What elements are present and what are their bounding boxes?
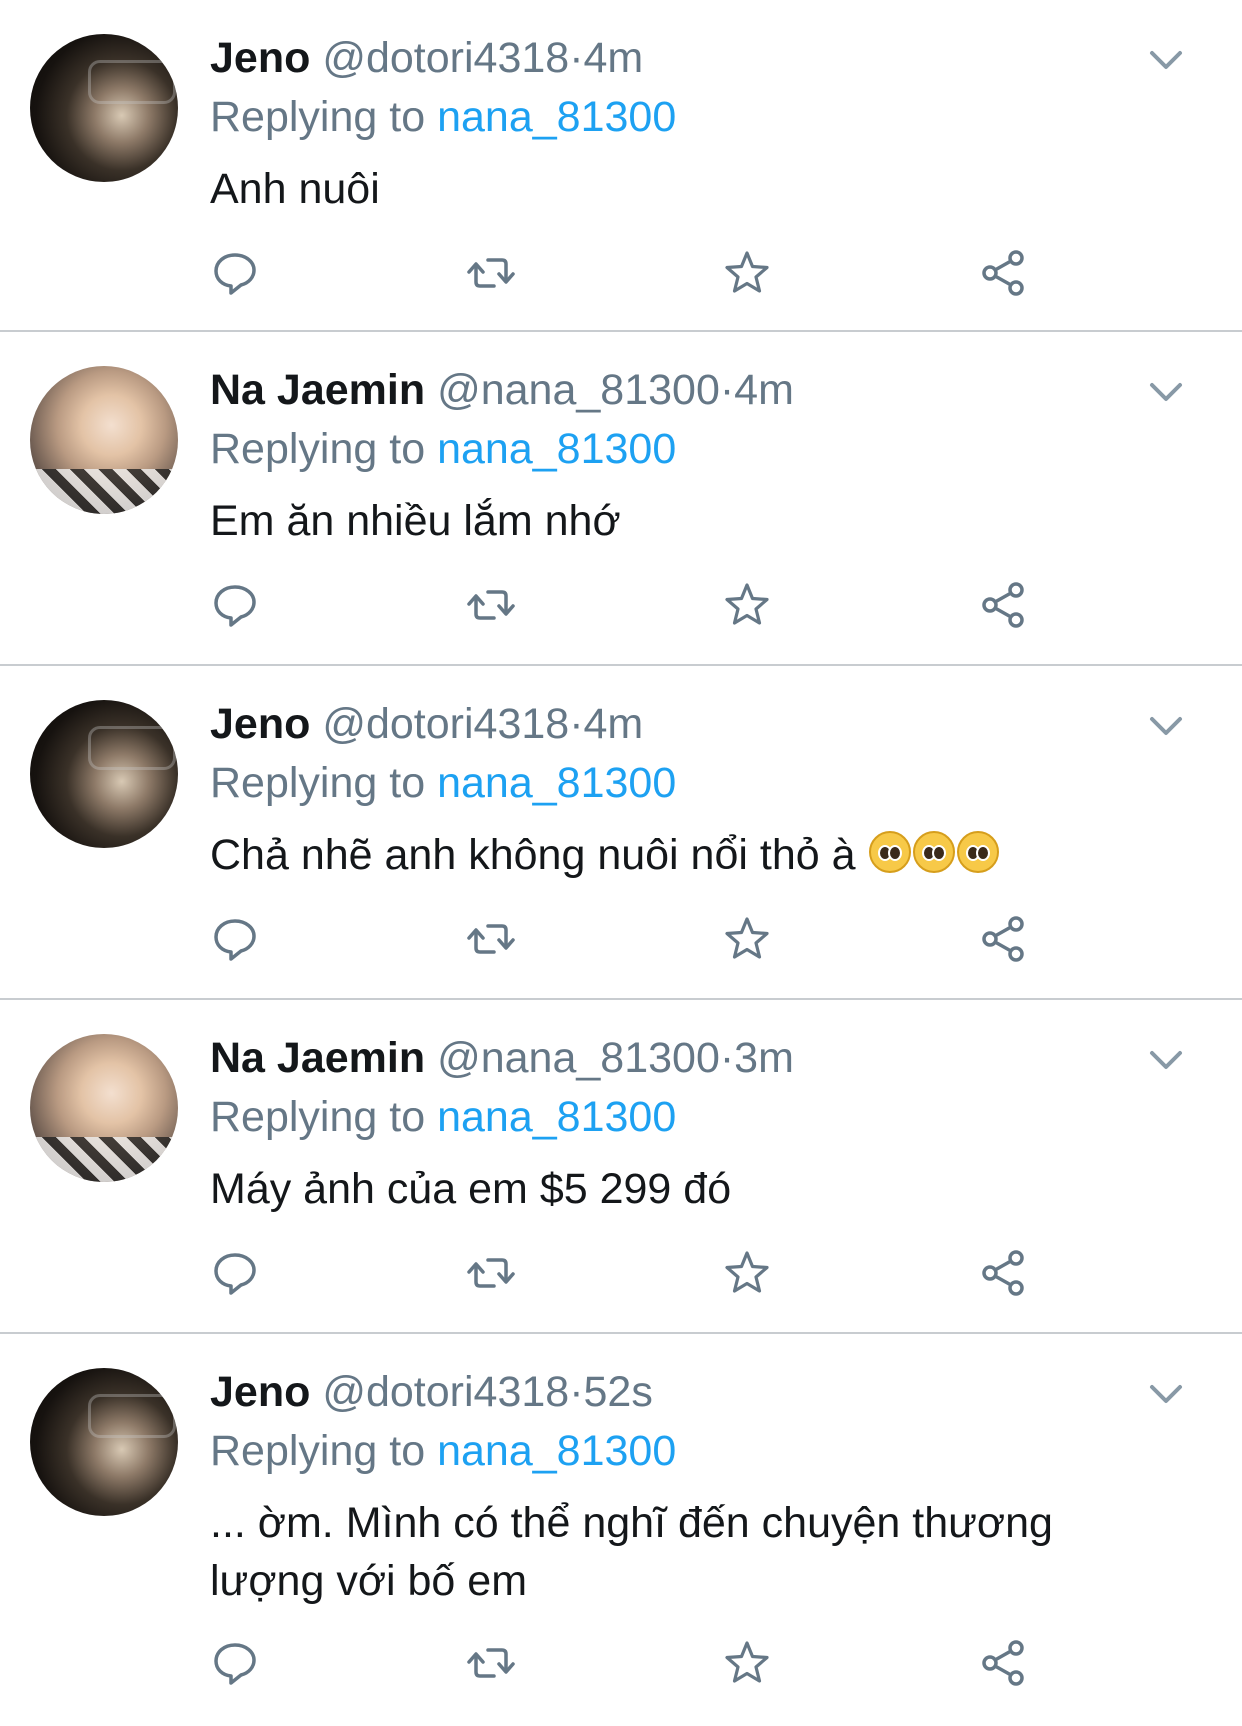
star-icon[interactable] [722,1248,772,1298]
replying-to-label: Replying to [210,1093,426,1141]
tweet-actions [210,580,1050,630]
tweet-header: Jeno @dotori4318·4m [210,696,1242,752]
star-icon[interactable] [722,248,772,298]
replying-to-link[interactable]: nana_81300 [437,425,676,473]
timestamp: ·4m [569,34,644,82]
reply-icon[interactable] [210,580,260,630]
tweet-header: Na Jaemin @nana_81300·4m [210,362,1242,418]
avatar[interactable] [30,366,178,514]
retweet-icon[interactable] [466,914,516,964]
tweet[interactable]: Jeno @dotori4318·52s Replying to nana_81… [0,1334,1242,1726]
replying-to: Replying to nana_81300 [210,86,1242,148]
share-icon[interactable] [978,1248,1028,1298]
tweet-text: Anh nuôi [210,165,380,213]
tweet-text: Máy ảnh của em $5 299 đó [210,1165,732,1213]
tweet-text: Chả nhẽ anh không nuôi nổi thỏ à [210,826,1130,884]
tweet-header: Na Jaemin @nana_81300·3m [210,1030,1242,1086]
avatar[interactable] [30,1368,178,1516]
pleading-face-emoji [869,831,912,873]
replying-to: Replying to nana_81300 [210,1086,1242,1148]
display-name[interactable]: Na Jaemin [210,366,425,414]
timestamp: ·3m [719,1034,794,1082]
star-icon[interactable] [722,914,772,964]
star-icon[interactable] [722,1638,772,1688]
tweet[interactable]: Jeno @dotori4318·4m Replying to nana_813… [0,666,1242,1000]
star-icon[interactable] [722,580,772,630]
reply-icon[interactable] [210,1638,260,1688]
replying-to-label: Replying to [210,759,426,807]
reply-icon[interactable] [210,248,260,298]
tweet-header: Jeno @dotori4318·52s [210,1364,1242,1420]
tweet-actions [210,914,1050,964]
timestamp: ·4m [719,366,794,414]
pleading-face-emoji [913,831,956,873]
tweet-actions [210,1638,1050,1688]
tweet-text-content: Chả nhẽ anh không nuôi nổi thỏ à [210,831,856,879]
replying-to-link[interactable]: nana_81300 [437,1093,676,1141]
avatar[interactable] [30,34,178,182]
chevron-down-icon[interactable] [1146,706,1186,746]
replying-to: Replying to nana_81300 [210,418,1242,480]
tweet-text: Em ăn nhiều lắm nhớ [210,497,621,545]
tweet[interactable]: Jeno @dotori4318·4m Replying to nana_813… [0,0,1242,332]
replying-to-label: Replying to [210,1427,426,1475]
chevron-down-icon[interactable] [1146,372,1186,412]
tweet-feed: Jeno @dotori4318·4m Replying to nana_813… [0,0,1242,1726]
chevron-down-icon[interactable] [1146,1040,1186,1080]
display-name[interactable]: Jeno [210,700,310,748]
timestamp: ·4m [569,700,644,748]
reply-icon[interactable] [210,1248,260,1298]
replying-to-label: Replying to [210,425,426,473]
share-icon[interactable] [978,248,1028,298]
reply-icon[interactable] [210,914,260,964]
avatar[interactable] [30,700,178,848]
share-icon[interactable] [978,580,1028,630]
user-handle[interactable]: @dotori4318 [322,34,569,82]
display-name[interactable]: Na Jaemin [210,1034,425,1082]
retweet-icon[interactable] [466,580,516,630]
replying-to-link[interactable]: nana_81300 [437,93,676,141]
display-name[interactable]: Jeno [210,1368,310,1416]
replying-to: Replying to nana_81300 [210,1420,1242,1482]
tweet-actions [210,248,1050,298]
pleading-face-emoji [957,831,1000,873]
timestamp: ·52s [569,1368,653,1416]
user-handle[interactable]: @nana_81300 [437,366,720,414]
replying-to-label: Replying to [210,93,426,141]
user-handle[interactable]: @dotori4318 [322,700,569,748]
user-handle[interactable]: @dotori4318 [322,1368,569,1416]
avatar[interactable] [30,1034,178,1182]
chevron-down-icon[interactable] [1146,40,1186,80]
tweet-actions [210,1248,1050,1298]
replying-to-link[interactable]: nana_81300 [437,759,676,807]
tweet-header: Jeno @dotori4318·4m [210,30,1242,86]
retweet-icon[interactable] [466,248,516,298]
chevron-down-icon[interactable] [1146,1374,1186,1414]
tweet[interactable]: Na Jaemin @nana_81300·4m Replying to nan… [0,332,1242,666]
replying-to: Replying to nana_81300 [210,752,1242,814]
user-handle[interactable]: @nana_81300 [437,1034,720,1082]
retweet-icon[interactable] [466,1638,516,1688]
share-icon[interactable] [978,1638,1028,1688]
retweet-icon[interactable] [466,1248,516,1298]
tweet[interactable]: Na Jaemin @nana_81300·3m Replying to nan… [0,1000,1242,1334]
display-name[interactable]: Jeno [210,34,310,82]
replying-to-link[interactable]: nana_81300 [437,1427,676,1475]
share-icon[interactable] [978,914,1028,964]
tweet-text: ... ờm. Mình có thể nghĩ đến chuyện thươ… [210,1499,1053,1605]
